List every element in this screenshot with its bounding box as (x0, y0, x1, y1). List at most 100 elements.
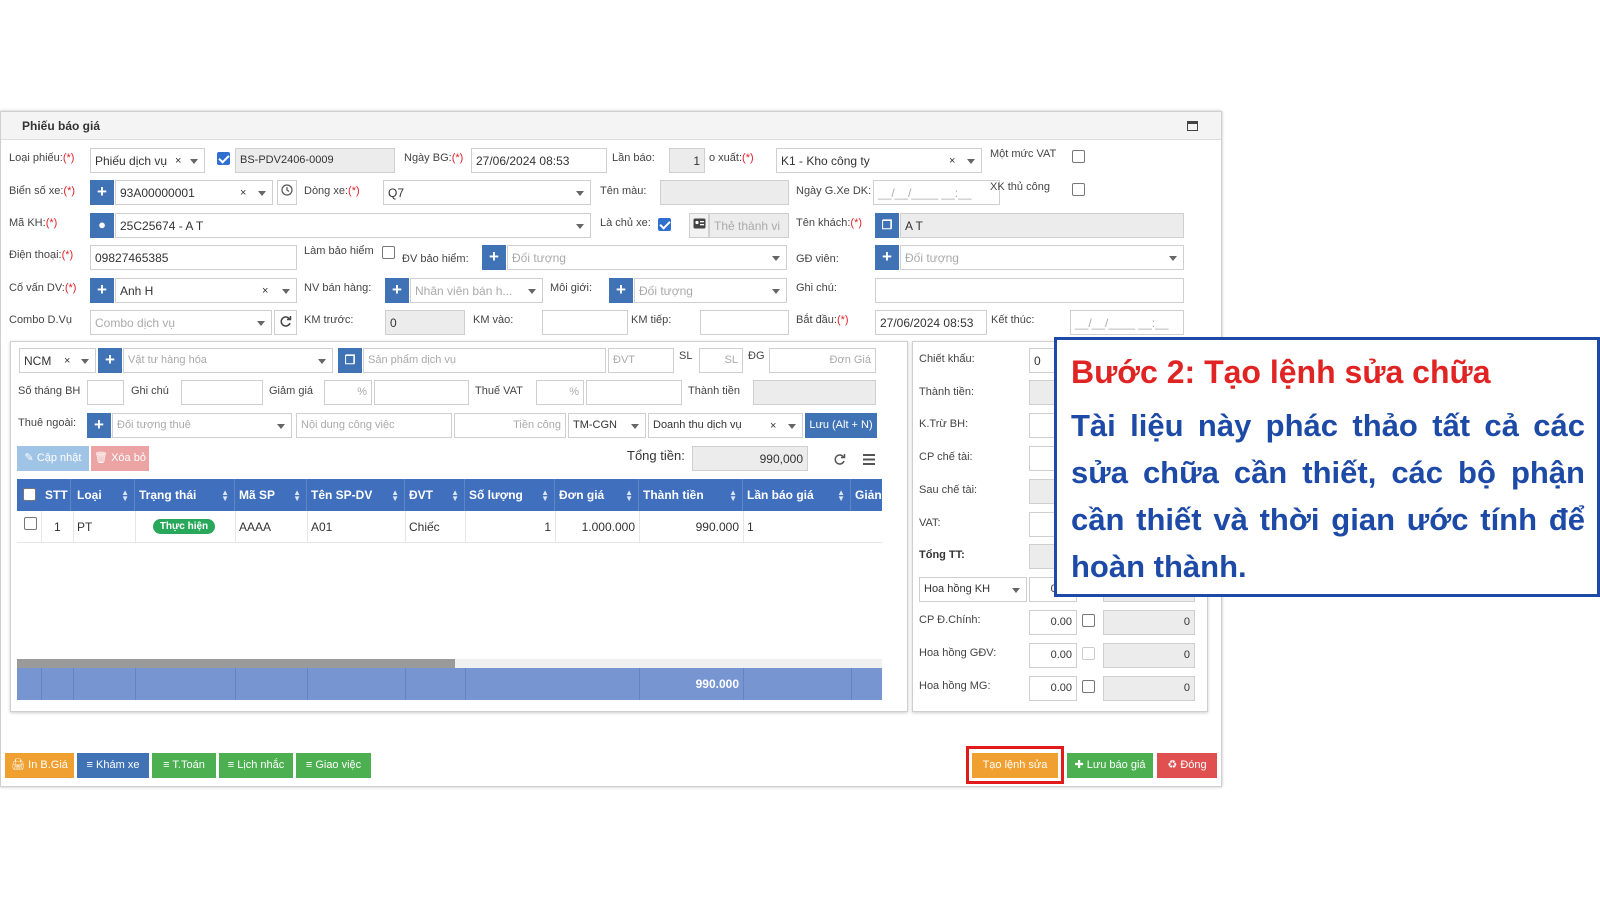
luu-item-button[interactable]: Lưu (Alt + N) (805, 413, 877, 438)
tm-cgn-select[interactable]: TM-CGN (568, 413, 646, 438)
gd-vien-select[interactable]: Đối tượng (900, 245, 1184, 270)
add-sales-button[interactable]: + (385, 278, 409, 303)
col-giam[interactable]: Giản (851, 479, 882, 511)
in-bgia-button[interactable]: 🖨 In B.Giá (5, 753, 74, 778)
cp-dchinh-amount[interactable]: 0 (1103, 610, 1195, 635)
hoa-hong-gdv-amount[interactable]: 0 (1103, 643, 1195, 668)
so-thang-bh-field[interactable] (87, 380, 124, 405)
ghi-chu-field[interactable] (875, 278, 1184, 303)
scrollbar-thumb[interactable] (17, 659, 455, 668)
san-pham-field[interactable]: Sản phẩm dịch vụ (363, 348, 606, 373)
thue-vat-pct-field[interactable]: % (536, 380, 584, 405)
user-icon[interactable]: ● (90, 213, 114, 238)
lich-nhac-button[interactable]: ≡ Lịch nhắc (219, 753, 293, 778)
ma-kh-select[interactable]: 25C25674 - A T (115, 213, 591, 238)
dv-bao-hiem-select[interactable]: Đối tượng (507, 245, 787, 270)
km-truoc-field[interactable]: 0 (385, 310, 465, 335)
horizontal-scrollbar[interactable] (17, 659, 882, 668)
ten-khach-field[interactable]: A T (900, 213, 1184, 238)
giam-gia-amount-field[interactable] (374, 380, 469, 405)
co-van-select[interactable]: Anh H × (115, 278, 297, 303)
doi-tuong-thue-select[interactable]: Đối tượng thuê (112, 413, 292, 438)
col-loai[interactable]: Loại ▲ ▼ (73, 479, 135, 511)
combo-select[interactable]: Combo dịch vụ (90, 310, 272, 335)
col-so-luong[interactable]: Số lượng ▲ ▼ (465, 479, 555, 511)
sl-field[interactable]: SL (699, 348, 743, 373)
add-insurer-button[interactable]: + (482, 245, 506, 270)
add-advisor-button[interactable]: + (90, 278, 114, 303)
ket-thuc-field[interactable]: __/__/____ __:__ (1070, 310, 1184, 335)
tao-lenh-sua-button[interactable]: Tạo lệnh sửa (972, 753, 1058, 778)
loai-phieu-select[interactable]: Phiếu dịch vụ × (90, 148, 205, 173)
col-lan-bao-gia[interactable]: Lần báo giá ▲ ▼ (743, 479, 851, 511)
col-dvt[interactable]: ĐVT ▲ ▼ (405, 479, 465, 511)
add-outsource-button[interactable]: + (87, 413, 111, 438)
menu-icon[interactable] (863, 454, 875, 468)
hoa-hong-mg-pct[interactable]: 0.00 (1029, 676, 1077, 701)
xk-thu-cong-checkbox[interactable] (1072, 183, 1085, 196)
kham-xe-button[interactable]: ≡ Khám xe (77, 753, 149, 778)
dvt-field[interactable]: ĐVT (608, 348, 674, 373)
tien-cong-field[interactable]: Tiền công (454, 413, 566, 438)
dien-thoai-field[interactable]: 09827465385 (90, 245, 297, 270)
add-gd-vien-button[interactable]: + (875, 245, 899, 270)
copy-icon[interactable]: ❐ (875, 213, 899, 238)
dong-xe-select[interactable]: Q7 (383, 180, 591, 205)
ngay-bg-field[interactable]: 27/06/2024 08:53 (471, 148, 607, 173)
nv-ban-hang-select[interactable]: Nhân viên bán h... (410, 278, 543, 303)
thue-vat-amount-field[interactable] (586, 380, 682, 405)
code-checkbox[interactable] (217, 152, 230, 165)
km-vao-field[interactable] (542, 310, 628, 335)
row-checkbox[interactable] (24, 517, 37, 530)
add-material-button[interactable]: + (98, 348, 122, 373)
giam-gia-pct-field[interactable]: % (324, 380, 372, 405)
xoa-bo-button[interactable]: 🗑 Xóa bỏ (91, 446, 149, 471)
ten-mau-field[interactable] (660, 180, 789, 205)
cp-dchinh-checkbox[interactable] (1082, 614, 1095, 627)
hoa-hong-mg-checkbox[interactable] (1082, 680, 1095, 693)
history-icon[interactable] (277, 180, 297, 205)
col-don-gia[interactable]: Đơn giá ▲ ▼ (555, 479, 639, 511)
the-thanh-vien-field[interactable]: Thẻ thành vi (709, 213, 789, 238)
kho-xuat-select[interactable]: K1 - Kho công ty × (776, 148, 982, 173)
noi-dung-field[interactable]: Nội dung công việc (296, 413, 452, 438)
don-gia-field[interactable]: Đơn Giá (769, 348, 876, 373)
cap-nhat-button[interactable]: ✎ Cập nhật (17, 446, 89, 471)
tong-tien-field[interactable]: 990,000 (692, 446, 808, 471)
add-broker-button[interactable]: + (609, 278, 633, 303)
select-all-checkbox[interactable] (23, 488, 36, 501)
la-chu-xe-checkbox[interactable] (658, 218, 671, 231)
cp-dchinh-pct[interactable]: 0.00 (1029, 610, 1077, 635)
ngay-gxe-field[interactable]: __/__/____ __:__ (873, 180, 1000, 205)
add-vehicle-button[interactable]: + (90, 180, 114, 205)
col-ten-sp[interactable]: Tên SP-DV ▲ ▼ (307, 479, 405, 511)
col-ma-sp[interactable]: Mã SP ▲ ▼ (235, 479, 307, 511)
lam-bao-hiem-checkbox[interactable] (382, 246, 395, 259)
product-copy-icon[interactable]: ❐ (338, 348, 362, 373)
hoa-hong-mg-amount[interactable]: 0 (1103, 676, 1195, 701)
hoa-hong-gdv-pct[interactable]: 0.00 (1029, 643, 1077, 668)
giao-viec-button[interactable]: ≡ Giao việc (296, 753, 371, 778)
quote-code-field[interactable]: BS-PDV2406-0009 (235, 148, 395, 173)
col-trang-thai[interactable]: Trạng thái ▲ ▼ (135, 479, 235, 511)
card-icon[interactable] (689, 213, 709, 238)
doanh-thu-select[interactable]: Doanh thu dịch vụ × (648, 413, 803, 438)
t-toan-button[interactable]: ≡ T.Toán (152, 753, 216, 778)
hoa-hong-kh-select[interactable]: Hoa hồng KH (919, 577, 1027, 602)
dong-button[interactable]: ♻ Đóng (1157, 753, 1217, 778)
luu-bao-gia-button[interactable]: ✚ Lưu báo giá (1067, 753, 1153, 778)
refresh-icon[interactable] (274, 310, 297, 335)
moi-gioi-select[interactable]: Đối tượng (634, 278, 787, 303)
km-tiep-field[interactable] (700, 310, 789, 335)
bat-dau-field[interactable]: 27/06/2024 08:53 (875, 310, 987, 335)
bien-so-select[interactable]: 93A00000001 × (115, 180, 273, 205)
table-row[interactable]: 1 PT Thực hiện AAAA A01 Chiếc 1 1.000.00… (17, 511, 882, 543)
reload-icon[interactable] (833, 453, 846, 469)
vat-tu-select[interactable]: Vật tư hàng hóa (123, 348, 333, 373)
hoa-hong-gdv-checkbox[interactable] (1082, 647, 1095, 660)
ncm-select[interactable]: NCM × (19, 348, 96, 373)
col-thanh-tien[interactable]: Thành tiền ▲ ▼ (639, 479, 743, 511)
mot-muc-vat-checkbox[interactable] (1072, 150, 1085, 163)
maximize-icon[interactable] (1187, 121, 1198, 131)
thanh-tien-item-field[interactable] (753, 380, 876, 405)
